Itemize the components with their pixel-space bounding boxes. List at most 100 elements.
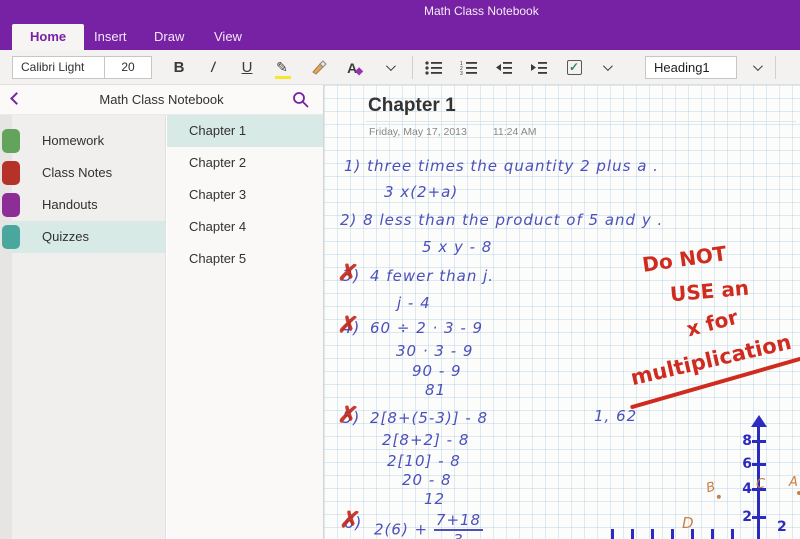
chevron-down-icon: [752, 61, 762, 71]
style-dropdown-chevron[interactable]: [742, 54, 770, 81]
tab-home[interactable]: Home: [12, 24, 84, 50]
ink-line: 1) three times the quantity 2 plus a .: [344, 157, 659, 175]
font-size-input[interactable]: 20: [105, 57, 151, 78]
format-painter-button[interactable]: [304, 54, 332, 81]
section-label: Class Notes: [42, 165, 112, 180]
section-homework[interactable]: Homework: [12, 125, 165, 157]
red-note: x for: [684, 305, 741, 342]
todo-checkbox-icon: ✓: [567, 60, 582, 75]
section-color-tab: [2, 225, 20, 249]
axis-tick: [752, 516, 766, 519]
page-time: 11:24 AM: [493, 126, 537, 138]
increase-indent-button[interactable]: [525, 54, 553, 81]
page-datetime: Friday, May 17, 2013 11:24 AM: [369, 126, 536, 138]
todo-tag-button[interactable]: ✓: [560, 54, 588, 81]
font-more-dropdown[interactable]: [375, 54, 403, 81]
tab-insert[interactable]: Insert: [76, 24, 145, 50]
section-label: Handouts: [42, 197, 98, 212]
ink-line: 4 fewer than j.: [370, 267, 494, 285]
section-handouts[interactable]: Handouts: [12, 189, 165, 221]
axis-tick: [752, 440, 766, 443]
ink-line: 90 - 9: [412, 362, 462, 380]
section-color-tab: [2, 161, 20, 185]
ink-line: 5 x y - 8: [422, 238, 492, 256]
axis-tick-label: 6: [736, 456, 752, 472]
ink-line: 60 ÷ 2 · 3 - 9: [370, 319, 483, 337]
bold-button[interactable]: B: [165, 54, 193, 81]
red-note: Do NOT: [641, 241, 728, 277]
red-cross-out-icon: ✗: [336, 403, 359, 430]
increase-indent-icon: [530, 60, 548, 76]
page-date: Friday, May 17, 2013: [369, 126, 467, 138]
underline-button[interactable]: U: [233, 54, 261, 81]
axis-tick: [752, 463, 766, 466]
toolbar-separator: [412, 56, 413, 79]
font-name-input[interactable]: Calibri Light: [13, 57, 105, 78]
numbered-list-icon: 1 2 3: [460, 60, 478, 76]
tags-dropdown[interactable]: [592, 54, 620, 81]
style-dropdown[interactable]: Heading1: [645, 56, 737, 79]
ribbon-toolbar: Calibri Light 20 B I U ✎ A ◆: [0, 50, 800, 85]
ribbon-tab-bar: Home Insert Draw View: [0, 22, 800, 50]
decrease-indent-button[interactable]: [490, 54, 518, 81]
highlighter-icon: ✎: [276, 59, 288, 76]
italic-button[interactable]: I: [196, 54, 230, 81]
page-title[interactable]: Chapter 1: [368, 95, 456, 117]
ink-line: 2[10] - 8: [387, 452, 461, 470]
highlighter-button[interactable]: ✎: [268, 54, 296, 81]
section-quizzes[interactable]: Quizzes: [12, 221, 165, 253]
page-chapter-4[interactable]: Chapter 4: [167, 211, 323, 243]
point-label-a: A: [789, 475, 800, 495]
page-chapter-1[interactable]: Chapter 1: [167, 115, 323, 147]
tab-draw[interactable]: Draw: [136, 24, 202, 50]
ink-line: 2[8+2] - 8: [382, 431, 469, 449]
ink-line: 30 · 3 - 9: [396, 342, 473, 360]
section-color-tab: [2, 129, 20, 153]
toolbar-separator: [775, 56, 776, 79]
point-label-c: C: [756, 477, 765, 492]
red-note: USE an: [669, 276, 750, 307]
window-title: Math Class Notebook: [424, 4, 539, 18]
title-rule: [366, 121, 796, 122]
numbered-list-button[interactable]: 1 2 3: [455, 54, 483, 81]
font-styles-button[interactable]: A ◆: [342, 54, 370, 81]
section-class-notes[interactable]: Class Notes: [12, 157, 165, 189]
ink-line: 12: [424, 490, 445, 508]
bullet-list-icon: [425, 60, 443, 76]
axis-tick-label: 4: [736, 481, 752, 497]
page-chapter-3[interactable]: Chapter 3: [167, 179, 323, 211]
page-canvas[interactable]: Chapter 1 Friday, May 17, 2013 11:24 AM 1…: [323, 85, 800, 539]
ink-answer: 1, 62: [594, 407, 637, 425]
axis-tick-label: 2: [736, 509, 752, 525]
axis-tick-label: 8: [736, 433, 752, 449]
section-label: Homework: [42, 133, 104, 148]
red-cross-out-icon: ✗: [336, 261, 359, 288]
ink-line: 2[8+(5-3)] - 8: [370, 409, 488, 427]
search-icon: [292, 91, 309, 108]
decrease-indent-icon: [495, 60, 513, 76]
svg-text:3: 3: [460, 71, 463, 76]
page-chapter-5[interactable]: Chapter 5: [167, 243, 323, 275]
search-button[interactable]: [292, 91, 309, 108]
ink-line: j - 4: [397, 294, 431, 312]
chevron-down-icon: [385, 61, 395, 71]
onenote-window: Math Class Notebook Home Insert Draw Vie…: [0, 0, 800, 539]
page-chapter-2[interactable]: Chapter 2: [167, 147, 323, 179]
font-styles-gem-icon: ◆: [355, 66, 363, 77]
red-cross-out-icon: ✗: [336, 313, 359, 340]
ink-fraction-line: 2(6) + 7+183: [374, 511, 483, 539]
notebook-title: Math Class Notebook: [0, 92, 323, 107]
point-dot: [716, 494, 721, 499]
format-painter-icon: [309, 59, 327, 77]
chevron-down-icon: [602, 61, 612, 71]
red-cross-out-icon: ✗: [338, 508, 361, 535]
tab-view[interactable]: View: [196, 24, 260, 50]
section-label: Quizzes: [42, 229, 89, 244]
section-color-tab: [2, 193, 20, 217]
bullet-list-button[interactable]: [420, 54, 448, 81]
notebook-header: Math Class Notebook: [0, 85, 323, 115]
stray-axis-label: 2: [777, 519, 787, 535]
ink-line: 81: [425, 381, 446, 399]
page-list: Chapter 1 Chapter 2 Chapter 3 Chapter 4 …: [167, 115, 323, 539]
ink-line: 20 - 8: [402, 471, 452, 489]
